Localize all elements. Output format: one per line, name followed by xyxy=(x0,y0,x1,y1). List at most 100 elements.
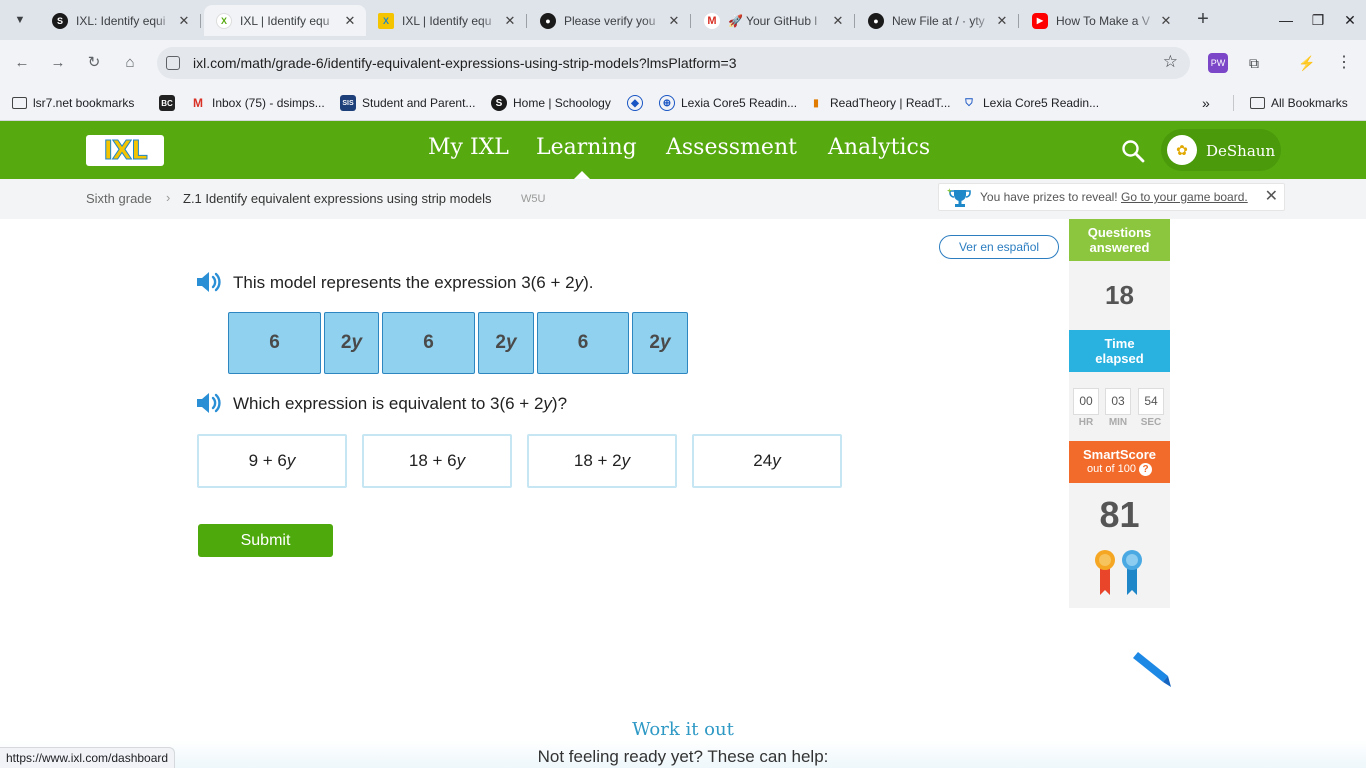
pencil-icon[interactable] xyxy=(1130,648,1172,688)
search-icon[interactable] xyxy=(1121,139,1145,163)
avatar: ✿ xyxy=(1167,135,1197,165)
user-name: DeShaun xyxy=(1206,142,1276,160)
question-prompt: Which expression is equivalent to 3(6 + … xyxy=(233,394,567,414)
speaker-icon[interactable] xyxy=(195,391,223,415)
breadcrumb-grade[interactable]: Sixth grade xyxy=(86,191,152,206)
segment-variable: y xyxy=(506,332,517,353)
shield-icon: ⛉ xyxy=(965,97,973,109)
choice-variable: y xyxy=(621,451,631,470)
github-icon: ● xyxy=(540,12,556,29)
seconds-label: SEC xyxy=(1140,417,1162,428)
all-bookmarks[interactable]: All Bookmarks xyxy=(1250,93,1348,113)
bookmark-item[interactable]: ⛉ Lexia Core5 Readin... xyxy=(961,93,1099,113)
logo-text: IXL xyxy=(103,135,148,166)
browser-tab[interactable]: ● New File at / · yty ✕ xyxy=(856,5,1019,36)
work-it-out-heading: Work it out xyxy=(632,719,734,740)
close-tab-icon[interactable]: ✕ xyxy=(342,13,358,29)
answer-choice[interactable]: 18 + 2y xyxy=(527,434,677,488)
tab-title: How To Make a V xyxy=(1056,13,1150,28)
answered-label: answered xyxy=(1089,240,1150,255)
questions-answered-count: 18 xyxy=(1069,261,1170,330)
nav-learning[interactable]: Learning xyxy=(536,135,637,160)
browser-tab[interactable]: ▶ How To Make a V ✕ xyxy=(1020,5,1182,36)
browser-tab[interactable]: M 🚀 Your GitHub l ✕ xyxy=(692,5,855,36)
browser-tab[interactable]: ● Please verify you ✕ xyxy=(528,5,691,36)
hours-label: HR xyxy=(1078,417,1094,428)
bookmark-label: Home | Schoology xyxy=(513,96,611,110)
reload-icon[interactable]: ↻ xyxy=(80,49,108,77)
extension-icon[interactable]: PW xyxy=(1208,53,1228,73)
bookmark-item[interactable]: SIS Student and Parent... xyxy=(340,93,475,113)
bookmark-item[interactable]: ⊕ Lexia Core5 Readin... xyxy=(659,93,797,113)
bookmark-item[interactable]: S Home | Schoology xyxy=(491,93,611,113)
close-tab-icon[interactable]: ✕ xyxy=(830,13,846,29)
tab-title: IXL | Identify equ xyxy=(240,13,330,28)
minimize-icon[interactable]: — xyxy=(1272,6,1300,34)
ixl-logo[interactable]: IXL xyxy=(86,135,164,166)
back-icon[interactable]: ← xyxy=(8,49,36,77)
browser-tab[interactable]: S IXL: Identify equi ✕ xyxy=(40,5,201,36)
nav-my-ixl[interactable]: My IXL xyxy=(428,135,509,160)
close-tab-icon[interactable]: ✕ xyxy=(666,13,682,29)
close-tab-icon[interactable]: ✕ xyxy=(994,13,1010,29)
performance-icon[interactable]: ⚡ xyxy=(1297,53,1317,73)
tab-title: 🚀 Your GitHub l xyxy=(728,13,817,28)
time-elapsed-header: Time elapsed xyxy=(1069,330,1170,372)
new-tab-icon[interactable]: + xyxy=(1192,9,1214,31)
tab-divider xyxy=(1018,14,1019,28)
forward-icon[interactable]: → xyxy=(44,49,72,77)
strip-segment: 2y xyxy=(324,312,379,374)
bookmark-item[interactable]: BC xyxy=(159,93,181,113)
gmail-icon: M xyxy=(193,96,203,110)
time-minutes: 03 xyxy=(1105,388,1131,415)
bookmark-divider xyxy=(1233,95,1234,111)
nav-analytics[interactable]: Analytics xyxy=(828,135,930,160)
site-info-icon[interactable] xyxy=(166,56,180,70)
close-tab-icon[interactable]: ✕ xyxy=(1158,13,1174,29)
tab-search-icon[interactable]: ▼ xyxy=(8,8,32,32)
close-icon[interactable]: ✕ xyxy=(1265,186,1278,206)
tab-divider xyxy=(200,14,201,28)
schoology-icon: S xyxy=(491,95,507,111)
answer-choice[interactable]: 24 y xyxy=(692,434,842,488)
submit-button[interactable]: Submit xyxy=(198,524,333,557)
bookmark-item[interactable]: ▮ ReadTheory | ReadT... xyxy=(808,93,950,113)
home-icon[interactable]: ⌂ xyxy=(116,49,144,77)
ixl-top-nav: IXL My IXL Learning Assessment Analytics… xyxy=(0,121,1366,179)
tab-divider xyxy=(690,14,691,28)
user-menu[interactable]: ✿ DeShaun xyxy=(1161,129,1281,171)
game-board-link[interactable]: Go to your game board. xyxy=(1121,190,1248,204)
nav-assessment[interactable]: Assessment xyxy=(666,135,797,160)
bookmark-item[interactable]: M Inbox (75) - dsimps... xyxy=(190,93,325,113)
bookmark-folder[interactable]: lsr7.net bookmarks xyxy=(12,93,134,113)
minutes-label: MIN xyxy=(1108,417,1128,428)
smartscore-label: SmartScore xyxy=(1083,447,1156,462)
close-tab-icon[interactable]: ✕ xyxy=(176,13,192,29)
close-tab-icon[interactable]: ✕ xyxy=(502,13,518,29)
url-text[interactable]: ixl.com/math/grade-6/identify-equivalent… xyxy=(193,55,737,71)
shield-icon: ◆ xyxy=(627,95,643,111)
answer-choice[interactable]: 18 + 6y xyxy=(362,434,512,488)
menu-kebab-icon[interactable]: ⋮ xyxy=(1334,53,1354,73)
ixl-icon: X xyxy=(216,12,232,29)
prompt-text-end: ). xyxy=(583,273,594,292)
browser-tab-active[interactable]: X IXL | Identify equ ✕ xyxy=(204,5,366,36)
segment-variable: y xyxy=(351,332,363,353)
choice-text: 18 + 2 xyxy=(573,451,622,470)
browser-tab[interactable]: X IXL | Identify equ ✕ xyxy=(366,5,527,36)
help-icon[interactable]: ? xyxy=(1139,463,1152,476)
strip-segment: 6 xyxy=(382,312,475,374)
address-bar[interactable]: ixl.com/math/grade-6/identify-equivalent… xyxy=(157,47,1190,79)
restore-icon[interactable]: ❐ xyxy=(1304,6,1332,34)
close-window-icon[interactable]: ✕ xyxy=(1336,6,1364,34)
more-bookmarks-icon[interactable]: » xyxy=(1202,93,1210,113)
answer-choice[interactable]: 9 + 6y xyxy=(197,434,347,488)
extensions-puzzle-icon[interactable]: ⧉ xyxy=(1244,53,1264,73)
bookmark-label: Inbox (75) - dsimps... xyxy=(212,96,325,110)
bookmark-item[interactable]: ◆ xyxy=(627,93,649,113)
chevron-right-icon: › xyxy=(166,190,171,205)
bookmark-star-icon[interactable]: ☆ xyxy=(1163,52,1178,72)
spanish-toggle-button[interactable]: Ver en español xyxy=(939,235,1059,259)
speaker-icon[interactable] xyxy=(195,270,223,294)
strip-segment: 6 xyxy=(537,312,629,374)
